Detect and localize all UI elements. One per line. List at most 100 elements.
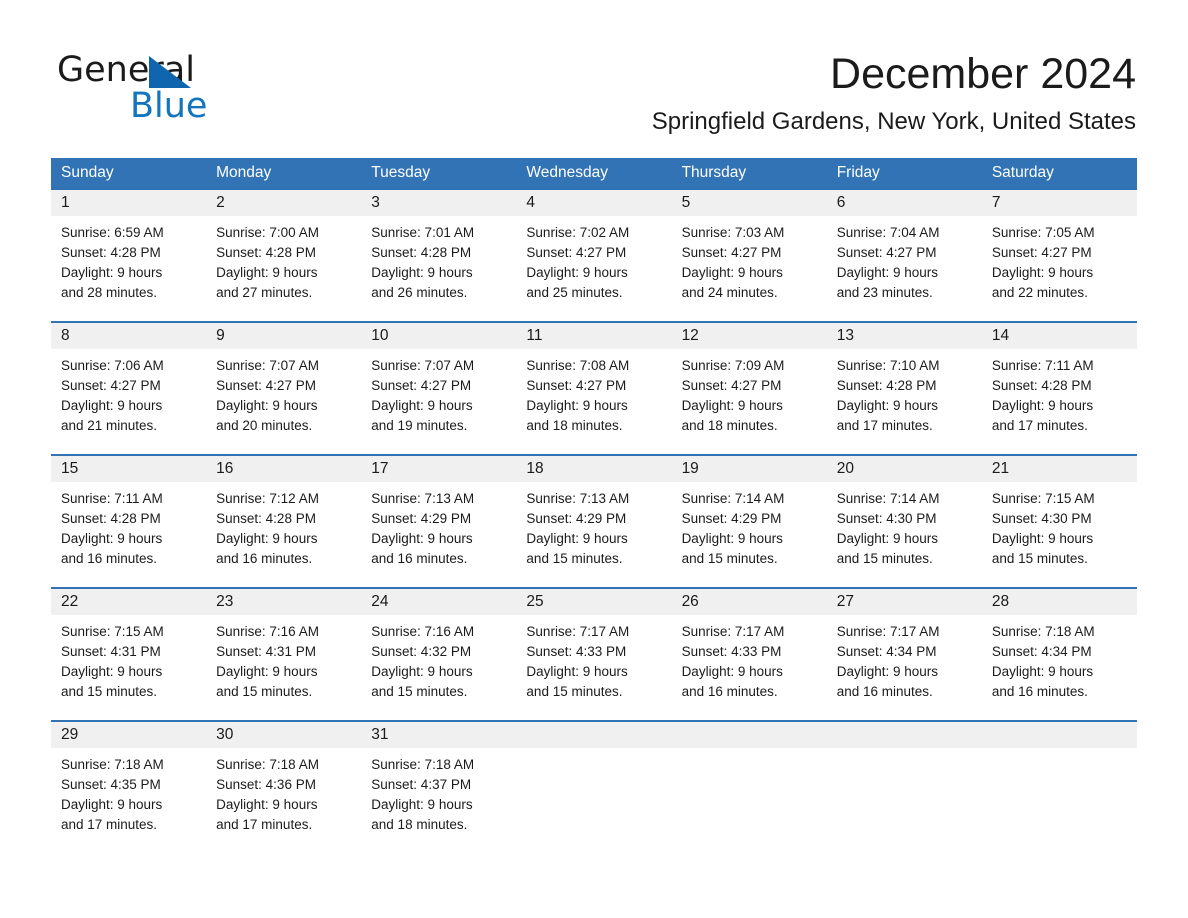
day-cell[interactable]: 11 Sunrise: 7:08 AM Sunset: 4:27 PM Dayl… xyxy=(516,323,672,454)
day-cell[interactable]: 15 Sunrise: 7:11 AM Sunset: 4:28 PM Dayl… xyxy=(51,456,207,587)
day-cell[interactable]: 25 Sunrise: 7:17 AM Sunset: 4:33 PM Dayl… xyxy=(516,589,672,720)
day-cell[interactable]: 9 Sunrise: 7:07 AM Sunset: 4:27 PM Dayli… xyxy=(206,323,362,454)
day-number: 29 xyxy=(61,726,79,743)
day-number: 8 xyxy=(61,327,70,344)
day-number-band: 19 xyxy=(671,456,827,482)
daylight-line-2: and 15 minutes. xyxy=(526,551,623,566)
day-cell[interactable]: 1 Sunrise: 6:59 AM Sunset: 4:28 PM Dayli… xyxy=(51,190,207,321)
day-cell[interactable]: 5 Sunrise: 7:03 AM Sunset: 4:27 PM Dayli… xyxy=(671,190,827,321)
sunrise-line: Sunrise: 7:01 AM xyxy=(371,225,475,240)
daylight-line-2: and 16 minutes. xyxy=(681,684,778,699)
weekday-header-saturday: Saturday xyxy=(991,164,1054,181)
day-number-band: 30 xyxy=(206,722,362,748)
sunrise-line: Sunrise: 7:00 AM xyxy=(216,225,319,240)
day-details: Sunrise: 7:00 AM Sunset: 4:28 PM Dayligh… xyxy=(206,216,361,303)
daylight-line-1: Daylight: 9 hours xyxy=(216,797,318,812)
day-cell[interactable]: 23 Sunrise: 7:16 AM Sunset: 4:31 PM Dayl… xyxy=(206,589,362,720)
day-details: Sunrise: 7:03 AM Sunset: 4:27 PM Dayligh… xyxy=(672,216,827,303)
daylight-line-2: and 18 minutes. xyxy=(681,418,778,433)
sunrise-line: Sunrise: 7:03 AM xyxy=(681,225,785,240)
sunset-line: Sunset: 4:27 PM xyxy=(526,245,627,260)
day-number: 25 xyxy=(526,593,544,610)
calendar-table: Sunday Monday Tuesday Wednesday Thursday… xyxy=(51,158,1137,840)
daylight-line-2: and 16 minutes. xyxy=(61,551,158,566)
day-cell[interactable]: 24 Sunrise: 7:16 AM Sunset: 4:32 PM Dayl… xyxy=(361,589,517,720)
sunrise-line: Sunrise: 7:18 AM xyxy=(991,624,1095,639)
daylight-line-2: and 15 minutes. xyxy=(991,551,1088,566)
day-cell[interactable]: 30 Sunrise: 7:18 AM Sunset: 4:36 PM Dayl… xyxy=(206,722,362,840)
calendar-page: General Blue December 2024 Springfield G… xyxy=(0,0,1188,918)
sunrise-line: Sunrise: 7:11 AM xyxy=(991,358,1094,373)
day-cell[interactable]: 27 Sunrise: 7:17 AM Sunset: 4:34 PM Dayl… xyxy=(826,589,982,720)
sunset-line: Sunset: 4:30 PM xyxy=(991,511,1092,526)
sunrise-line: Sunrise: 7:13 AM xyxy=(371,491,475,506)
day-number: 20 xyxy=(836,460,854,477)
day-details: Sunrise: 7:02 AM Sunset: 4:27 PM Dayligh… xyxy=(516,216,671,303)
daylight-line-1: Daylight: 9 hours xyxy=(836,265,939,280)
day-number-band: 9 xyxy=(206,323,362,349)
day-cell[interactable]: 14 Sunrise: 7:11 AM Sunset: 4:28 PM Dayl… xyxy=(981,323,1137,454)
day-number-band: 26 xyxy=(671,589,827,615)
day-number: 31 xyxy=(371,726,389,743)
daylight-line-1: Daylight: 9 hours xyxy=(61,398,163,413)
daylight-line-1: Daylight: 9 hours xyxy=(526,265,628,280)
sunrise-line: Sunrise: 7:13 AM xyxy=(526,491,630,506)
daylight-line-1: Daylight: 9 hours xyxy=(836,398,939,413)
day-details: Sunrise: 7:16 AM Sunset: 4:31 PM Dayligh… xyxy=(206,615,361,702)
day-number: 13 xyxy=(836,327,854,344)
day-cell[interactable]: 31 Sunrise: 7:18 AM Sunset: 4:37 PM Dayl… xyxy=(361,722,517,840)
day-cell[interactable]: 26 Sunrise: 7:17 AM Sunset: 4:33 PM Dayl… xyxy=(671,589,827,720)
sunset-line: Sunset: 4:28 PM xyxy=(61,511,161,526)
daylight-line-2: and 15 minutes. xyxy=(371,684,468,699)
day-number: 24 xyxy=(371,593,389,610)
sunset-line: Sunset: 4:28 PM xyxy=(991,378,1092,393)
sunrise-line: Sunrise: 7:12 AM xyxy=(216,491,319,506)
sunset-line: Sunset: 4:33 PM xyxy=(681,644,782,659)
day-cell[interactable]: 3 Sunrise: 7:01 AM Sunset: 4:28 PM Dayli… xyxy=(361,190,517,321)
day-cell[interactable]: 21 Sunrise: 7:15 AM Sunset: 4:30 PM Dayl… xyxy=(981,456,1137,587)
day-cell[interactable]: 8 Sunrise: 7:06 AM Sunset: 4:27 PM Dayli… xyxy=(51,323,207,454)
day-number: 11 xyxy=(526,327,543,344)
day-number: 3 xyxy=(371,194,380,211)
day-number-band: 11 xyxy=(516,323,672,349)
day-number: 10 xyxy=(371,327,389,344)
day-cell[interactable]: 12 Sunrise: 7:09 AM Sunset: 4:27 PM Dayl… xyxy=(671,323,827,454)
logo-text-blue: Blue xyxy=(130,86,208,126)
day-cell[interactable]: 22 Sunrise: 7:15 AM Sunset: 4:31 PM Dayl… xyxy=(51,589,207,720)
day-cell[interactable]: 2 Sunrise: 7:00 AM Sunset: 4:28 PM Dayli… xyxy=(206,190,362,321)
day-number: 23 xyxy=(216,593,234,610)
day-number-band: 13 xyxy=(826,323,982,349)
daylight-line-2: and 27 minutes. xyxy=(216,285,313,300)
daylight-line-1: Daylight: 9 hours xyxy=(371,664,473,679)
day-cell[interactable]: 16 Sunrise: 7:12 AM Sunset: 4:28 PM Dayl… xyxy=(206,456,362,587)
day-number-band xyxy=(826,722,982,748)
day-number-band: 24 xyxy=(361,589,517,615)
day-cell[interactable]: 7 Sunrise: 7:05 AM Sunset: 4:27 PM Dayli… xyxy=(981,190,1137,321)
day-number: 21 xyxy=(991,460,1010,477)
day-cell[interactable]: 6 Sunrise: 7:04 AM Sunset: 4:27 PM Dayli… xyxy=(826,190,982,321)
day-cell[interactable]: 29 Sunrise: 7:18 AM Sunset: 4:35 PM Dayl… xyxy=(51,722,207,840)
daylight-line-2: and 20 minutes. xyxy=(216,418,313,433)
day-details: Sunrise: 7:17 AM Sunset: 4:34 PM Dayligh… xyxy=(827,615,982,702)
day-cell[interactable]: 18 Sunrise: 7:13 AM Sunset: 4:29 PM Dayl… xyxy=(516,456,672,587)
day-cell[interactable]: 19 Sunrise: 7:14 AM Sunset: 4:29 PM Dayl… xyxy=(671,456,827,587)
day-cell[interactable]: 10 Sunrise: 7:07 AM Sunset: 4:27 PM Dayl… xyxy=(361,323,517,454)
sunrise-line: Sunrise: 7:04 AM xyxy=(836,225,940,240)
day-cell[interactable]: 13 Sunrise: 7:10 AM Sunset: 4:28 PM Dayl… xyxy=(826,323,982,454)
day-number: 30 xyxy=(216,726,234,743)
day-number: 16 xyxy=(216,460,234,477)
general-blue-logo[interactable]: General Blue xyxy=(57,50,287,130)
day-cell[interactable]: 17 Sunrise: 7:13 AM Sunset: 4:29 PM Dayl… xyxy=(361,456,517,587)
day-number-band: 21 xyxy=(981,456,1137,482)
day-cell[interactable]: 20 Sunrise: 7:14 AM Sunset: 4:30 PM Dayl… xyxy=(826,456,982,587)
day-details: Sunrise: 7:17 AM Sunset: 4:33 PM Dayligh… xyxy=(672,615,827,702)
day-number-band: 1 xyxy=(51,190,207,216)
day-cell[interactable]: 28 Sunrise: 7:18 AM Sunset: 4:34 PM Dayl… xyxy=(981,589,1137,720)
day-number-band: 20 xyxy=(826,456,982,482)
day-details: Sunrise: 7:12 AM Sunset: 4:28 PM Dayligh… xyxy=(206,482,361,569)
day-cell[interactable]: 4 Sunrise: 7:02 AM Sunset: 4:27 PM Dayli… xyxy=(516,190,672,321)
daylight-line-1: Daylight: 9 hours xyxy=(61,265,163,280)
day-number-band: 31 xyxy=(361,722,517,748)
daylight-line-1: Daylight: 9 hours xyxy=(61,531,163,546)
weekday-header-sunday: Sunday xyxy=(61,164,114,181)
